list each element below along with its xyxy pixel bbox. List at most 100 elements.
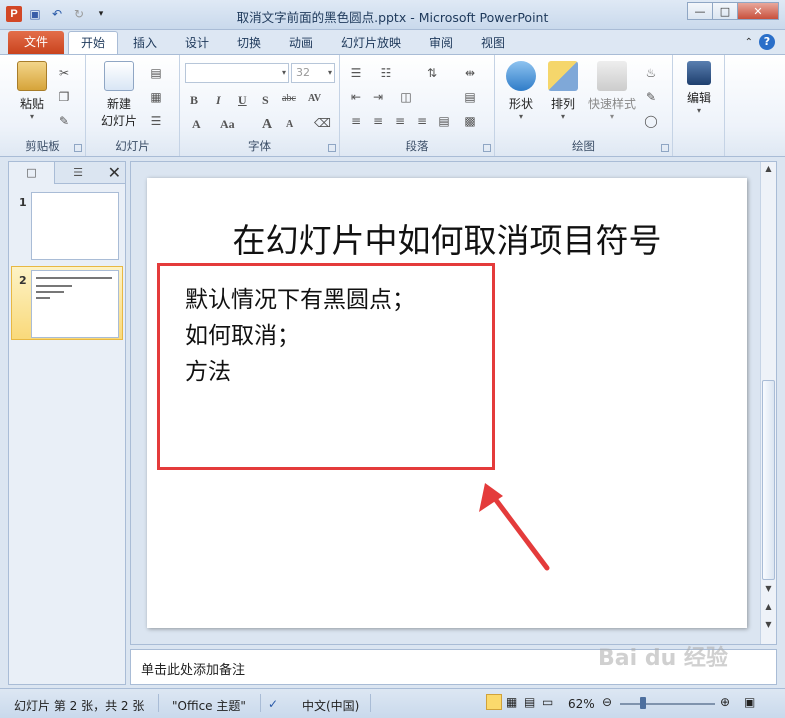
- line-spacing-icon[interactable]: ⇅: [424, 65, 440, 81]
- arrange-icon: [548, 61, 578, 91]
- red-arrow-annotation: [479, 483, 550, 571]
- font-size-box[interactable]: 32 ▾: [291, 63, 335, 83]
- align-center-icon[interactable]: ≡: [370, 113, 386, 129]
- zoom-in-icon[interactable]: ⊕: [720, 695, 730, 709]
- tabs-right-controls: ⌃ ?: [745, 34, 775, 50]
- group-paragraph: ☰ ☷ ⇅ ⇹ ⇤ ⇥ ◫ ▤ ≡ ≡ ≡ ≡ ▤ ▩ 段落: [340, 55, 495, 156]
- edit-button[interactable]: 编辑 ▾: [679, 61, 719, 115]
- tab-transitions[interactable]: 切换: [228, 33, 270, 54]
- maximize-button[interactable]: □: [712, 2, 738, 20]
- tab-animations[interactable]: 动画: [280, 33, 322, 54]
- tab-slideshow[interactable]: 幻灯片放映: [332, 33, 410, 54]
- scroll-down-icon[interactable]: ▼: [761, 582, 776, 596]
- ribbon: 粘贴 ▾ ✂ ❐ ✎ 剪贴板 新建 幻灯片 ▤ ▦ ☰ 幻灯片 ▾ 32 ▾ B …: [0, 54, 785, 157]
- shadow-button[interactable]: S: [262, 93, 269, 108]
- thumb-title-line: [36, 277, 112, 279]
- normal-view-icon[interactable]: [486, 694, 502, 710]
- strikethrough-button[interactable]: abc: [282, 93, 296, 104]
- launcher-icon[interactable]: [661, 144, 669, 152]
- zoom-slider-handle[interactable]: [640, 697, 646, 709]
- shapes-button[interactable]: 形状 ▾: [501, 61, 541, 121]
- scrollbar-thumb[interactable]: [762, 380, 775, 580]
- launcher-icon[interactable]: [74, 144, 82, 152]
- watermark-logo: Bai du 经验: [598, 646, 728, 671]
- launcher-icon[interactable]: [328, 144, 336, 152]
- decrease-indent-icon[interactable]: ⇤: [348, 89, 364, 105]
- zoom-level[interactable]: 62%: [568, 697, 595, 711]
- font-color-button[interactable]: A: [192, 117, 201, 132]
- shape-fill-icon[interactable]: ♨: [643, 65, 659, 81]
- help-icon[interactable]: ?: [759, 34, 775, 50]
- zoom-out-icon[interactable]: ⊖: [602, 695, 612, 709]
- group-label-slides: 幻灯片: [115, 139, 150, 153]
- tab-slides[interactable]: □: [9, 162, 55, 184]
- align-text-icon[interactable]: ▤: [462, 89, 478, 105]
- next-slide-icon[interactable]: ▼: [761, 618, 776, 632]
- layout-icon[interactable]: ▤: [148, 65, 164, 81]
- zoom-slider[interactable]: [620, 703, 715, 705]
- shape-outline-icon[interactable]: ✎: [643, 89, 659, 105]
- font-name-box[interactable]: ▾: [185, 63, 289, 83]
- copy-icon[interactable]: ❐: [56, 89, 72, 105]
- launcher-icon[interactable]: [483, 144, 491, 152]
- tab-outline[interactable]: ☰: [55, 162, 101, 184]
- section-icon[interactable]: ☰: [148, 113, 164, 129]
- grow-font-button[interactable]: A: [262, 117, 272, 133]
- slideshow-icon[interactable]: ▭: [542, 695, 553, 709]
- shape-effects-icon[interactable]: ◯: [643, 113, 659, 129]
- change-case-button[interactable]: Aa: [220, 117, 235, 132]
- text-direction-icon[interactable]: ⇹: [462, 65, 478, 81]
- close-button[interactable]: ✕: [737, 2, 779, 20]
- columns-icon[interactable]: ◫: [398, 89, 414, 105]
- align-right-icon[interactable]: ≡: [392, 113, 408, 129]
- distribute-icon[interactable]: ▤: [436, 113, 452, 129]
- italic-button[interactable]: I: [216, 93, 221, 108]
- reset-icon[interactable]: ▦: [148, 89, 164, 105]
- slide-thumbnail-1[interactable]: [31, 192, 119, 260]
- tab-home[interactable]: 开始: [68, 31, 118, 55]
- spell-check-icon[interactable]: ✓: [268, 697, 278, 711]
- close-icon[interactable]: ✕: [108, 163, 121, 182]
- minimize-button[interactable]: —: [687, 2, 713, 20]
- tab-file[interactable]: 文件: [8, 31, 64, 54]
- justify-icon[interactable]: ≡: [414, 113, 430, 129]
- edit-label: 编辑: [686, 91, 711, 105]
- chevron-down-icon: ▾: [609, 112, 614, 121]
- char-spacing-button[interactable]: AV: [308, 93, 321, 104]
- align-left-icon[interactable]: ≡: [348, 113, 364, 129]
- minimize-ribbon-icon[interactable]: ⌃: [745, 37, 753, 48]
- group-font: ▾ 32 ▾ B I U S abc AV A Aa A A ⌫ 字体: [180, 55, 340, 156]
- tab-review[interactable]: 审阅: [420, 33, 462, 54]
- increase-indent-icon[interactable]: ⇥: [370, 89, 386, 105]
- slide-canvas[interactable]: 在幻灯片中如何取消项目符号 默认情况下有黑圆点； 如何取消； 方法: [147, 178, 747, 628]
- slide-sorter-icon[interactable]: ▦: [506, 695, 517, 709]
- reading-view-icon[interactable]: ▤: [524, 695, 535, 709]
- bold-button[interactable]: B: [190, 93, 198, 108]
- scroll-up-icon[interactable]: ▲: [761, 162, 776, 176]
- smartart-icon[interactable]: ▩: [462, 113, 478, 129]
- status-separator: [158, 694, 159, 712]
- chevron-down-icon: ▾: [29, 112, 34, 121]
- tab-view[interactable]: 视图: [472, 33, 514, 54]
- vertical-scrollbar[interactable]: ▲ ▼ ▲ ▼: [760, 162, 776, 644]
- quick-styles-label: 快速样式: [587, 97, 636, 111]
- format-painter-icon[interactable]: ✎: [56, 113, 72, 129]
- paste-icon: [17, 61, 47, 91]
- tab-design[interactable]: 设计: [176, 33, 218, 54]
- numbering-icon[interactable]: ☷: [378, 65, 394, 81]
- cut-icon[interactable]: ✂: [56, 65, 72, 81]
- previous-slide-icon[interactable]: ▲: [761, 600, 776, 614]
- fit-to-window-icon[interactable]: ▣: [744, 695, 755, 709]
- new-slide-button[interactable]: 新建 幻灯片: [94, 61, 144, 129]
- tab-insert[interactable]: 插入: [124, 33, 166, 54]
- quick-styles-button[interactable]: 快速样式 ▾: [585, 61, 639, 121]
- underline-button[interactable]: U: [238, 93, 247, 108]
- paste-button[interactable]: 粘贴 ▾: [10, 61, 54, 121]
- clear-formatting-icon[interactable]: ⌫: [314, 115, 331, 131]
- theme-status[interactable]: "Office 主题": [172, 697, 246, 714]
- arrange-button[interactable]: 排列 ▾: [543, 61, 583, 121]
- slide-thumbnail-2[interactable]: [31, 270, 119, 338]
- bullets-icon[interactable]: ☰: [348, 65, 364, 81]
- language-status[interactable]: 中文(中国): [302, 697, 359, 714]
- shrink-font-button[interactable]: A: [286, 119, 293, 130]
